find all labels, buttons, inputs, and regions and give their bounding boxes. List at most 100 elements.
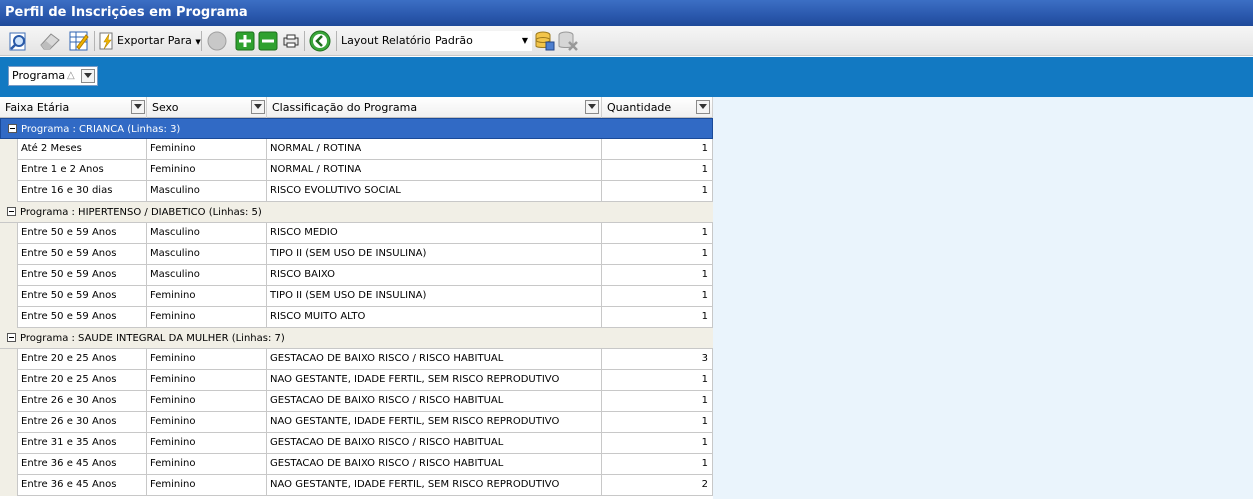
collapse-all-icon[interactable] — [257, 30, 279, 52]
cell-quantidade: 3 — [602, 349, 713, 370]
cell-quantidade: 1 — [602, 160, 713, 181]
cell-sexo: Feminino — [147, 349, 267, 370]
cell-faixa-etaria: Entre 50 e 59 Anos — [18, 223, 147, 244]
group-row-label: Programa : HIPERTENSO / DIABETICO (Linha… — [20, 207, 262, 218]
cell-classificacao: NAO GESTANTE, IDADE FERTIL, SEM RISCO RE… — [267, 475, 602, 496]
table-row[interactable]: Entre 31 e 35 Anos Feminino GESTACAO DE … — [0, 433, 713, 454]
table-row[interactable]: Entre 36 e 45 Anos Feminino GESTACAO DE … — [0, 454, 713, 475]
layout-select[interactable]: Padrão ▼ — [430, 31, 532, 51]
cell-classificacao: RISCO EVOLUTIVO SOCIAL — [267, 181, 602, 202]
layout-select-value: Padrão — [435, 34, 473, 47]
print-icon[interactable] — [281, 30, 301, 52]
group-by-panel: Programa △ — [0, 57, 1253, 97]
cell-sexo: Feminino — [147, 139, 267, 160]
group-row-label: Programa : SAUDE INTEGRAL DA MULHER (Lin… — [20, 333, 285, 344]
toolbar: Exportar Para ▼ Layout Relatório Padrão … — [0, 26, 1253, 56]
table-row[interactable]: Entre 36 e 45 Anos Feminino NAO GESTANTE… — [0, 475, 713, 496]
column-header-classificacao[interactable]: Classificação do Programa — [267, 97, 602, 118]
cell-sexo: Feminino — [147, 475, 267, 496]
chevron-down-icon[interactable] — [696, 100, 710, 114]
cell-faixa-etaria: Entre 50 e 59 Anos — [18, 265, 147, 286]
collapse-group-icon[interactable] — [7, 333, 16, 342]
cell-classificacao: GESTACAO DE BAIXO RISCO / RISCO HABITUAL — [267, 349, 602, 370]
edit-grid-icon[interactable] — [67, 30, 91, 52]
eraser-icon[interactable] — [37, 30, 63, 52]
cell-classificacao: GESTACAO DE BAIXO RISCO / RISCO HABITUAL — [267, 391, 602, 412]
chevron-down-icon: ▼ — [195, 38, 201, 46]
cell-faixa-etaria: Entre 50 e 59 Anos — [18, 244, 147, 265]
group-row-saude-integral-mulher[interactable]: Programa : SAUDE INTEGRAL DA MULHER (Lin… — [0, 328, 713, 349]
cell-classificacao: RISCO BAIXO — [267, 265, 602, 286]
group-chip-programa[interactable]: Programa △ — [8, 66, 98, 86]
cell-quantidade: 1 — [602, 223, 713, 244]
table-row[interactable]: Até 2 Meses Feminino NORMAL / ROTINA 1 — [0, 139, 713, 160]
column-header-quantidade[interactable]: Quantidade — [602, 97, 713, 118]
chevron-down-icon[interactable] — [131, 100, 145, 114]
chevron-down-icon[interactable] — [81, 69, 95, 83]
table-row[interactable]: Entre 16 e 30 dias Masculino RISCO EVOLU… — [0, 181, 713, 202]
circle-icon[interactable] — [204, 30, 230, 52]
group-row-hipertenso-diabetico[interactable]: Programa : HIPERTENSO / DIABETICO (Linha… — [0, 202, 713, 223]
table-row[interactable]: Entre 20 e 25 Anos Feminino NAO GESTANTE… — [0, 370, 713, 391]
column-header-label: Classificação do Programa — [272, 101, 418, 114]
cell-sexo: Feminino — [147, 433, 267, 454]
toolbar-separator — [94, 31, 95, 51]
cell-faixa-etaria: Entre 36 e 45 Anos — [18, 475, 147, 496]
table-row[interactable]: Entre 26 e 30 Anos Feminino GESTACAO DE … — [0, 391, 713, 412]
database-delete-icon[interactable] — [557, 30, 579, 52]
cell-quantidade: 1 — [602, 307, 713, 328]
export-icon[interactable] — [97, 30, 117, 52]
table-row[interactable]: Entre 1 e 2 Anos Feminino NORMAL / ROTIN… — [0, 160, 713, 181]
table-row[interactable]: Entre 50 e 59 Anos Masculino TIPO II (SE… — [0, 244, 713, 265]
cell-sexo: Masculino — [147, 181, 267, 202]
table-row[interactable]: Entre 50 e 59 Anos Feminino TIPO II (SEM… — [0, 286, 713, 307]
column-header-label: Sexo — [152, 101, 179, 114]
table-row[interactable]: Entre 50 e 59 Anos Masculino RISCO MEDIO… — [0, 223, 713, 244]
back-icon[interactable] — [307, 30, 333, 52]
cell-faixa-etaria: Até 2 Meses — [18, 139, 147, 160]
cell-sexo: Feminino — [147, 391, 267, 412]
cell-faixa-etaria: Entre 31 e 35 Anos — [18, 433, 147, 454]
column-header-faixa-etaria[interactable]: Faixa Etária — [0, 97, 147, 118]
export-label: Exportar Para — [117, 34, 192, 47]
table-row[interactable]: Entre 50 e 59 Anos Feminino RISCO MUITO … — [0, 307, 713, 328]
collapse-group-icon[interactable] — [8, 124, 17, 133]
cell-quantidade: 1 — [602, 286, 713, 307]
cell-faixa-etaria: Entre 20 e 25 Anos — [18, 370, 147, 391]
cell-quantidade: 1 — [602, 265, 713, 286]
column-header-label: Faixa Etária — [5, 101, 70, 114]
collapse-group-icon[interactable] — [7, 207, 16, 216]
chevron-down-icon[interactable] — [585, 100, 599, 114]
cell-sexo: Feminino — [147, 286, 267, 307]
table-row[interactable]: Entre 50 e 59 Anos Masculino RISCO BAIXO… — [0, 265, 713, 286]
toolbar-separator — [201, 31, 202, 51]
database-icon[interactable] — [533, 30, 557, 52]
cell-quantidade: 1 — [602, 139, 713, 160]
cell-classificacao: GESTACAO DE BAIXO RISCO / RISCO HABITUAL — [267, 433, 602, 454]
expand-all-icon[interactable] — [234, 30, 256, 52]
cell-sexo: Masculino — [147, 244, 267, 265]
cell-sexo: Feminino — [147, 412, 267, 433]
table-row[interactable]: Entre 20 e 25 Anos Feminino GESTACAO DE … — [0, 349, 713, 370]
empty-grid-area — [713, 97, 1253, 499]
group-row-crianca[interactable]: Programa : CRIANCA (Linhas: 3) — [0, 118, 713, 139]
cell-faixa-etaria: Entre 50 e 59 Anos — [18, 307, 147, 328]
group-row-label: Programa : CRIANCA (Linhas: 3) — [21, 124, 181, 135]
cell-classificacao: RISCO MUITO ALTO — [267, 307, 602, 328]
cell-classificacao: NAO GESTANTE, IDADE FERTIL, SEM RISCO RE… — [267, 412, 602, 433]
chevron-down-icon[interactable] — [251, 100, 265, 114]
column-header-sexo[interactable]: Sexo — [147, 97, 267, 118]
cell-faixa-etaria: Entre 16 e 30 dias — [18, 181, 147, 202]
cell-quantidade: 1 — [602, 412, 713, 433]
cell-classificacao: RISCO MEDIO — [267, 223, 602, 244]
cell-quantidade: 1 — [602, 454, 713, 475]
preview-icon[interactable] — [7, 30, 31, 52]
cell-classificacao: TIPO II (SEM USO DE INSULINA) — [267, 244, 602, 265]
cell-sexo: Masculino — [147, 223, 267, 244]
cell-classificacao: TIPO II (SEM USO DE INSULINA) — [267, 286, 602, 307]
grid-header: Faixa Etária Sexo Classificação do Progr… — [0, 97, 713, 118]
cell-quantidade: 1 — [602, 370, 713, 391]
cell-sexo: Feminino — [147, 370, 267, 391]
table-row[interactable]: Entre 26 e 30 Anos Feminino NAO GESTANTE… — [0, 412, 713, 433]
export-menu-button[interactable]: Exportar Para ▼ — [117, 32, 201, 50]
